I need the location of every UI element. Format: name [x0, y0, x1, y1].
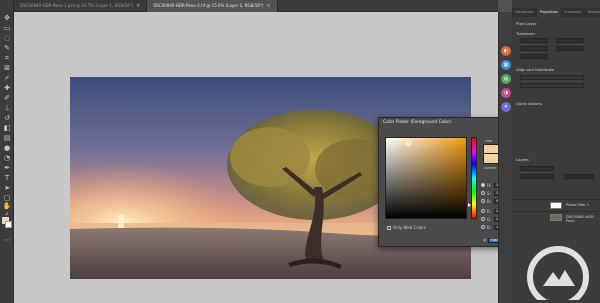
layers-panel-title[interactable]: Layers [516, 157, 529, 162]
color-field[interactable] [385, 137, 467, 219]
new-color-label: new [485, 139, 493, 143]
blend-mode-select[interactable] [520, 174, 554, 179]
red-radio[interactable] [481, 209, 485, 213]
pen-tool-icon[interactable]: ✒ [2, 164, 12, 173]
close-icon[interactable]: × [136, 0, 140, 12]
tab-label: DSC00840-HDR-Pano-2.tif @ 15.6% (Layer 1… [153, 3, 264, 8]
only-web-colors-option[interactable]: Only Web Colors [387, 225, 426, 230]
path-select-icon[interactable]: ➤ [2, 184, 12, 193]
only-web-colors-label: Only Web Colors [393, 225, 426, 230]
tab-character[interactable]: Character [561, 8, 585, 17]
brightness-radio[interactable] [481, 199, 485, 203]
hue-slider[interactable] [471, 137, 477, 219]
background-color-swatch[interactable] [5, 221, 12, 228]
dodge-tool-icon[interactable]: ◔ [2, 154, 12, 163]
pixel-layer-label: Pixel Layer [516, 21, 537, 26]
quick-actions-header[interactable]: Quick Actions [516, 101, 542, 106]
panel-tabs: Histogram Properties Character Paragraph [512, 8, 600, 17]
align-section-header[interactable]: Align and Distribute [516, 67, 554, 72]
layer-thumbnail [550, 214, 562, 221]
layer-row[interactable]: DSC00840-HDR-Pano [512, 211, 600, 223]
document-tabs: DSC00840-HDR-Pano-1.psd @ 16.7% (Layer 1… [14, 0, 498, 12]
tab-label: DSC00840-HDR-Pano-1.psd @ 16.7% (Layer 1… [20, 3, 134, 8]
transform-section-header[interactable]: Transform [516, 31, 535, 36]
opacity-field[interactable] [564, 174, 594, 179]
only-web-colors-checkbox[interactable] [387, 225, 391, 230]
lasso-tool-icon[interactable]: ◌ [2, 34, 12, 43]
tab-histogram[interactable]: Histogram [512, 8, 537, 17]
hue-radio[interactable] [481, 183, 485, 187]
blue-radio[interactable] [481, 225, 485, 229]
rotation-field[interactable] [520, 54, 548, 59]
christian-hoiberg-watermark-logo [527, 246, 589, 300]
eraser-tool-icon[interactable]: ◧ [2, 124, 12, 133]
width-field[interactable] [520, 38, 548, 43]
hue-slider-marker[interactable] [468, 203, 471, 207]
blur-tool-icon[interactable]: ● [2, 144, 12, 153]
more-tools-icon[interactable]: ⋯ [2, 236, 12, 245]
layer-name: DSC00840-HDR-Pano [566, 215, 595, 223]
swatches-panel-icon[interactable]: ▦ [501, 60, 511, 70]
adjustments-panel-icon[interactable]: ◑ [501, 88, 511, 98]
move-tool-icon[interactable]: ✥ [2, 14, 12, 23]
color-field-cursor[interactable] [406, 141, 411, 146]
frame-tool-icon[interactable]: ⊠ [2, 64, 12, 73]
panel-icon-dock: ◐ ▦ ◍ ◑ ✦ [498, 12, 512, 303]
history-brush-icon[interactable]: ↺ [2, 114, 12, 123]
libraries-panel-icon[interactable]: ◍ [501, 74, 511, 84]
green-radio[interactable] [481, 217, 485, 221]
y-position-field[interactable] [556, 46, 584, 51]
tab-paragraph[interactable]: Paragraph [585, 8, 600, 17]
layer-name: Photo Filter 1 [566, 203, 590, 207]
saturation-radio[interactable] [481, 191, 485, 195]
marquee-tool-icon[interactable]: ▭ [2, 24, 12, 33]
brush-tool-icon[interactable]: ✐ [2, 94, 12, 103]
gradient-tool-icon[interactable]: ▤ [2, 134, 12, 143]
quick-select-tool-icon[interactable]: ✎ [2, 44, 12, 53]
layer-row[interactable]: Photo Filter 1 [512, 199, 600, 209]
tab-document-1[interactable]: DSC00840-HDR-Pano-1.psd @ 16.7% (Layer 1… [14, 0, 148, 12]
eyedropper-tool-icon[interactable]: ⌿ [2, 74, 12, 83]
photoshop-window: ✥ ▭ ◌ ✎ ⌗ ⊠ ⌿ ✚ ✐ ⊥ ↺ ◧ ▤ ● ◔ ✒ T ➤ ▢ ✋ … [0, 0, 600, 303]
height-field[interactable] [556, 38, 584, 43]
layer-kind-filter[interactable] [520, 166, 554, 171]
healing-brush-icon[interactable]: ✚ [2, 84, 12, 93]
clone-stamp-icon[interactable]: ⊥ [2, 104, 12, 113]
color-panel-icon[interactable]: ◐ [501, 46, 511, 56]
tools-panel: ✥ ▭ ◌ ✎ ⌗ ⊠ ⌿ ✚ ✐ ⊥ ↺ ◧ ▤ ● ◔ ✒ T ➤ ▢ ✋ … [0, 0, 14, 303]
current-color-label: current [484, 166, 497, 170]
crop-tool-icon[interactable]: ⌗ [2, 54, 12, 63]
x-position-field[interactable] [520, 46, 548, 51]
layer-thumbnail [550, 202, 562, 209]
close-icon[interactable]: × [266, 0, 270, 12]
styles-panel-icon[interactable]: ✦ [501, 102, 511, 112]
tab-document-2[interactable]: DSC00840-HDR-Pano-2.tif @ 15.6% (Layer 1… [147, 0, 278, 12]
distribute-buttons[interactable] [520, 83, 584, 88]
dialog-title: Color Picker (Foreground Color) [383, 120, 452, 125]
type-tool-icon[interactable]: T [2, 174, 12, 183]
align-buttons[interactable] [520, 75, 584, 80]
tab-properties[interactable]: Properties [536, 8, 561, 17]
